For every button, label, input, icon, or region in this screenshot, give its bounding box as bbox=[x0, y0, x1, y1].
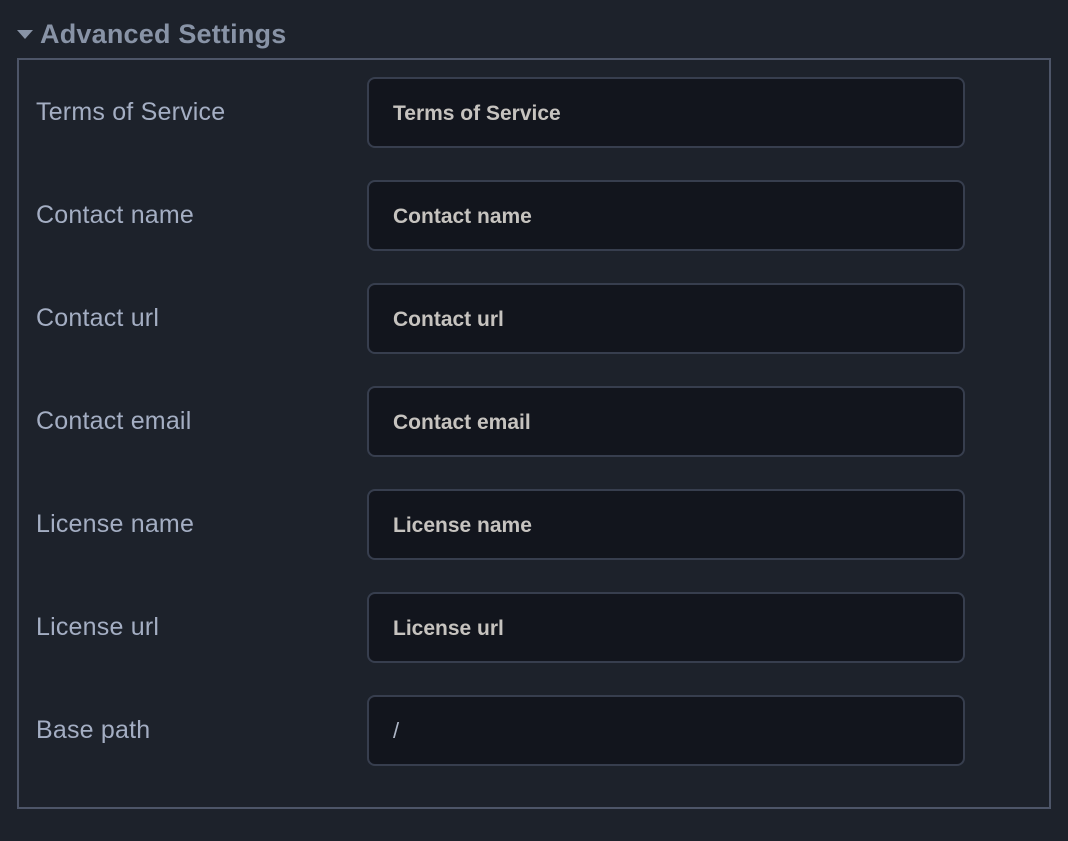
form-row-base-path: Base path bbox=[36, 695, 1032, 766]
form-row-license-name: License name bbox=[36, 489, 1032, 560]
base-path-input[interactable] bbox=[367, 695, 965, 766]
license-name-input[interactable] bbox=[367, 489, 965, 560]
contact-name-label: Contact name bbox=[36, 201, 367, 230]
advanced-settings-panel: Terms of Service Contact name Contact ur… bbox=[17, 58, 1051, 809]
contact-email-label: Contact email bbox=[36, 407, 367, 436]
form-row-contact-url: Contact url bbox=[36, 283, 1032, 354]
license-name-label: License name bbox=[36, 510, 367, 539]
caret-down-icon bbox=[17, 30, 33, 39]
contact-name-input[interactable] bbox=[367, 180, 965, 251]
section-title: Advanced Settings bbox=[40, 18, 286, 50]
advanced-settings-header[interactable]: Advanced Settings bbox=[17, 18, 286, 50]
base-path-label: Base path bbox=[36, 716, 367, 745]
license-url-input[interactable] bbox=[367, 592, 965, 663]
contact-url-input[interactable] bbox=[367, 283, 965, 354]
form-row-license-url: License url bbox=[36, 592, 1032, 663]
form-row-contact-email: Contact email bbox=[36, 386, 1032, 457]
license-url-label: License url bbox=[36, 613, 367, 642]
terms-of-service-input[interactable] bbox=[367, 77, 965, 148]
contact-url-label: Contact url bbox=[36, 304, 367, 333]
form-row-contact-name: Contact name bbox=[36, 180, 1032, 251]
contact-email-input[interactable] bbox=[367, 386, 965, 457]
terms-of-service-label: Terms of Service bbox=[36, 98, 367, 127]
form-row-terms-of-service: Terms of Service bbox=[36, 77, 1032, 148]
